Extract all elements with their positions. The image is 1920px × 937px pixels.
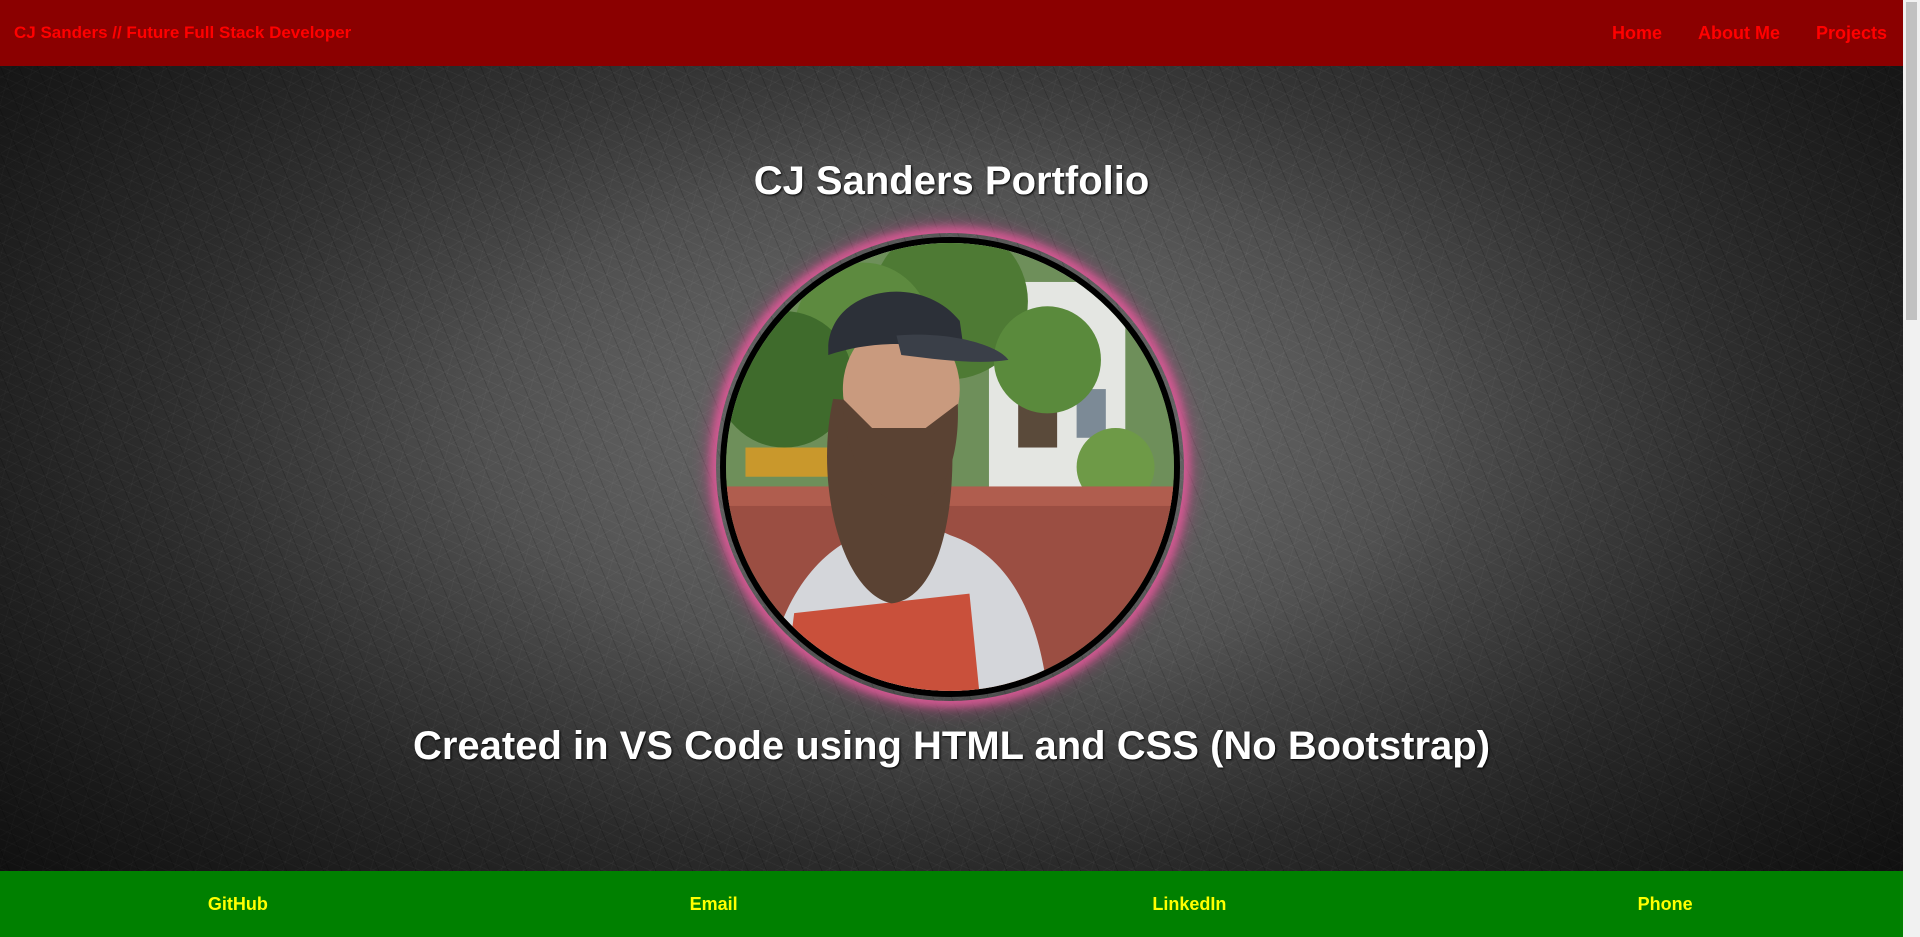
- footer-link-email[interactable]: Email: [476, 894, 952, 915]
- footer-link-phone[interactable]: Phone: [1427, 894, 1903, 915]
- profile-photo-frame: [716, 233, 1184, 701]
- navbar: CJ Sanders // Future Full Stack Develope…: [0, 0, 1903, 66]
- footer: GitHub Email LinkedIn Phone: [0, 871, 1903, 937]
- nav-link-about-me[interactable]: About Me: [1698, 23, 1780, 44]
- profile-photo-illustration: [726, 243, 1174, 691]
- profile-photo: [720, 237, 1180, 697]
- page-title: CJ Sanders Portfolio: [753, 159, 1150, 203]
- nav-links: Home About Me Projects: [1612, 23, 1887, 44]
- footer-link-github[interactable]: GitHub: [0, 894, 476, 915]
- vertical-scrollbar[interactable]: [1903, 0, 1920, 937]
- scrollbar-thumb[interactable]: [1906, 2, 1917, 320]
- hero: CJ Sanders Portfolio Created in VS Code …: [0, 66, 1903, 871]
- page: CJ Sanders // Future Full Stack Develope…: [0, 0, 1903, 937]
- nav-link-home[interactable]: Home: [1612, 23, 1662, 44]
- nav-link-projects[interactable]: Projects: [1816, 23, 1887, 44]
- brand-title[interactable]: CJ Sanders // Future Full Stack Develope…: [14, 23, 351, 43]
- page-subtitle: Created in VS Code using HTML and CSS (N…: [412, 724, 1491, 768]
- footer-link-linkedin[interactable]: LinkedIn: [952, 894, 1428, 915]
